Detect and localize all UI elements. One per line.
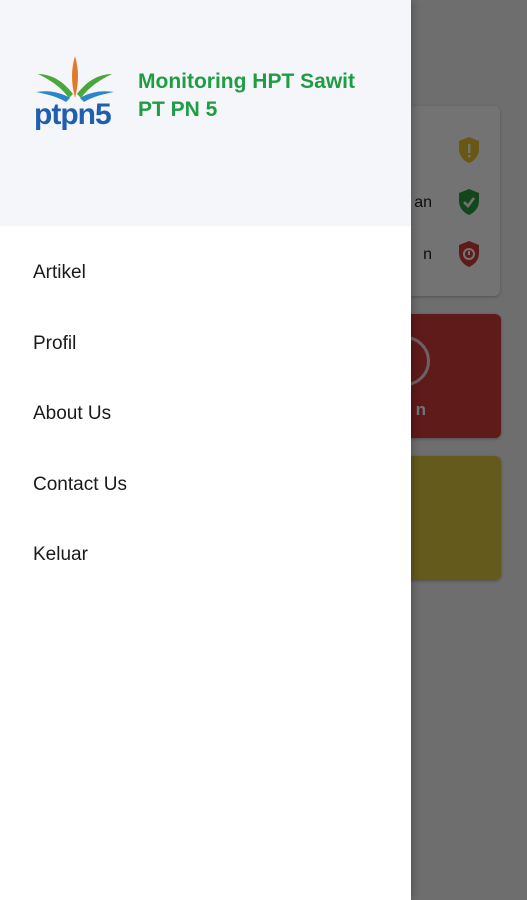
app-title-line1: Monitoring HPT Sawit <box>138 70 355 93</box>
navigation-drawer: ptpn5 Monitoring HPT Sawit PT PN 5 Artik… <box>0 0 411 900</box>
menu-item-contact-us[interactable]: Contact Us <box>0 450 411 521</box>
drawer-menu: Artikel Profil About Us Contact Us Kelua… <box>0 238 411 591</box>
ptpn5-logo: ptpn5 <box>30 52 120 136</box>
menu-item-artikel[interactable]: Artikel <box>0 238 411 309</box>
drawer-header: ptpn5 Monitoring HPT Sawit PT PN 5 <box>0 0 411 226</box>
menu-item-keluar[interactable]: Keluar <box>0 520 411 591</box>
app-title: Monitoring HPT Sawit PT PN 5 <box>138 68 398 124</box>
menu-item-profil[interactable]: Profil <box>0 309 411 380</box>
logo-text: ptpn5 <box>34 98 112 131</box>
app-title-line2: PT PN 5 <box>138 98 218 121</box>
menu-item-about-us[interactable]: About Us <box>0 379 411 450</box>
